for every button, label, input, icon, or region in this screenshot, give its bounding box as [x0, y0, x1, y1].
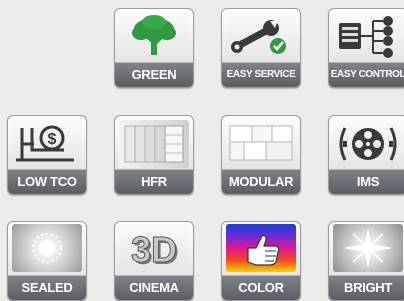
tile-label: LOW TCO — [8, 169, 86, 194]
wrench-check-icon — [226, 13, 296, 61]
tile-label: SEALED — [8, 275, 86, 300]
feature-tile-easy-service: EASY SERVICE — [221, 8, 301, 88]
tile-label: EASY CONTROL — [329, 62, 404, 87]
svg-text:$: $ — [48, 131, 57, 148]
film-reel-icon — [333, 120, 403, 168]
bright-star-icon — [333, 224, 403, 272]
feature-tile-sealed: SEALED — [7, 221, 87, 301]
feature-tile-low-tco: $ LOW TCO — [7, 115, 87, 195]
tile-label: MODULAR — [222, 169, 300, 194]
tile-label: BRIGHT — [329, 275, 404, 300]
tile-label: HFR — [115, 169, 193, 194]
tile-label: COLOR — [222, 275, 300, 300]
tile-label: CINEMA — [115, 275, 193, 300]
tile-label: GREEN — [115, 62, 193, 87]
tile-label: IMS — [329, 169, 404, 194]
feature-tile-bright: BRIGHT — [328, 221, 404, 301]
color-thumbs-up-icon — [226, 224, 296, 272]
modules-grid-icon — [226, 120, 296, 168]
film-frames-icon — [119, 120, 189, 168]
feature-tile-cinema: 3D 3D CINEMA — [114, 221, 194, 301]
3d-text-front: 3D — [131, 229, 177, 270]
money-savings-icon: $ — [12, 120, 82, 168]
sealed-light-icon — [12, 224, 82, 272]
feature-tile-hfr: HFR — [114, 115, 194, 195]
tree-icon — [119, 13, 189, 61]
feature-tile-modular: MODULAR — [221, 115, 301, 195]
tile-label: EASY SERVICE — [222, 62, 300, 87]
feature-tile-ims: IMS — [328, 115, 404, 195]
3d-icon: 3D 3D — [119, 224, 189, 272]
feature-tile-color: COLOR — [221, 221, 301, 301]
network-control-icon — [333, 13, 403, 61]
feature-tile-green: GREEN — [114, 8, 194, 88]
feature-tile-easy-control: EASY CONTROL — [328, 8, 404, 88]
